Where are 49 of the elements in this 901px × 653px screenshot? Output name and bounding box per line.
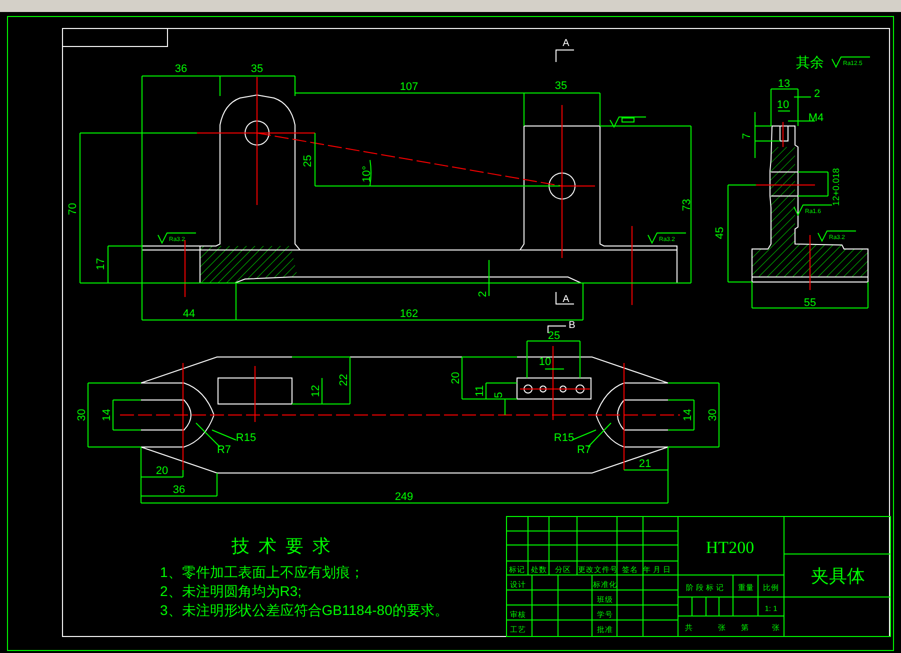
dimension-label: 13 xyxy=(778,78,790,90)
note-label: 其余 xyxy=(796,54,824,70)
dimension-label: R7 xyxy=(216,444,232,456)
dimension-label: 2 xyxy=(477,290,489,298)
dimension-label: 17 xyxy=(95,258,107,270)
dimension-label: 22 xyxy=(338,374,350,386)
dimension-label: 12 xyxy=(310,384,322,398)
dimension-label: 44 xyxy=(182,308,196,320)
requirement-item: 3、未注明形状公差应符合GB1184-80的要求。 xyxy=(160,602,448,618)
dimension-label: 5 xyxy=(493,392,505,398)
requirements-title: 技 术 要 求 xyxy=(232,536,332,556)
dimension-label: 73 xyxy=(681,198,693,212)
dimension-label: 35 xyxy=(250,63,264,75)
dimension-label: 10 xyxy=(538,356,552,368)
dimension-label: 20 xyxy=(156,465,168,477)
requirement-item: 2、未注明圆角均为R3; xyxy=(160,583,302,599)
dimension-label: 249 xyxy=(394,491,414,503)
dimension-label: M4 xyxy=(808,112,824,124)
section-label: A xyxy=(562,294,570,305)
dimension-label: 7 xyxy=(741,132,753,140)
material-label: HT200 xyxy=(706,538,754,557)
dimension-label: R15 xyxy=(554,432,574,444)
dimension-label: 70 xyxy=(67,202,79,216)
dimension-label: 30 xyxy=(707,408,719,422)
dimension-label: 2 xyxy=(814,88,820,100)
section-label: A xyxy=(562,38,570,49)
dimension-label: 12+0.018 xyxy=(831,168,841,206)
dimension-label: 36 xyxy=(172,484,186,496)
dimension-label: 25 xyxy=(302,154,314,168)
dimension-label: 10 xyxy=(776,99,790,111)
dimension-label: 30 xyxy=(76,408,88,422)
dimension-label: 162 xyxy=(400,308,418,320)
dimension-label: 55 xyxy=(804,297,816,309)
requirement-item: 1、零件加工表面上不应有划痕； xyxy=(160,564,364,580)
dimension-label: 36 xyxy=(174,63,188,75)
part-name: 夹具体 xyxy=(811,566,865,586)
dimension-label: 25 xyxy=(548,330,560,342)
dimension-label: 35 xyxy=(554,80,568,92)
dimension-label: 10° xyxy=(361,166,373,182)
dimension-label: 20 xyxy=(450,372,462,384)
dimension-label: 107 xyxy=(400,81,418,93)
dimension-label: R7 xyxy=(576,444,592,456)
dimension-label: 21 xyxy=(638,458,652,470)
dimension-label: 45 xyxy=(714,226,726,240)
dimension-label: 14 xyxy=(101,408,113,422)
dimension-label: R15 xyxy=(236,432,256,444)
dimension-label: 11 xyxy=(474,385,486,397)
section-label: B xyxy=(568,320,576,331)
dimension-label: 14 xyxy=(682,408,694,422)
